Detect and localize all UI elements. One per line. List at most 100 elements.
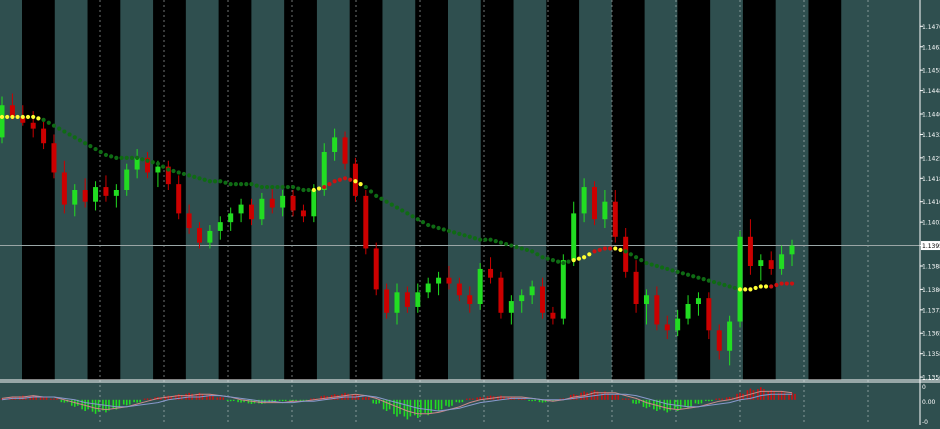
- ma-dot: [363, 184, 368, 190]
- ma-dot: [654, 263, 659, 269]
- ma-dot: [264, 184, 270, 190]
- bear-candle: [456, 283, 462, 296]
- ma-dot: [550, 258, 556, 263]
- ma-dot: [753, 285, 758, 291]
- price-tick-label: 1.1410: [922, 199, 940, 206]
- bear-candle: [446, 277, 452, 284]
- ma-dot: [259, 184, 264, 190]
- ma-dot: [342, 176, 348, 181]
- ma-dot: [187, 173, 192, 178]
- background-band: [480, 0, 514, 380]
- ma-dot: [67, 132, 72, 137]
- ma-dot: [488, 237, 493, 242]
- ma-dot: [114, 155, 119, 160]
- ma-dot: [524, 247, 530, 253]
- ma-dot: [732, 285, 737, 291]
- ma-dot: [296, 186, 301, 191]
- ma-dot: [498, 240, 504, 245]
- ma-dot: [25, 114, 31, 120]
- price-tick-label: 1.1373: [922, 307, 940, 314]
- ma-dot: [639, 258, 644, 263]
- price-tick-label: 1.1470: [922, 24, 940, 31]
- background-band: [22, 0, 55, 380]
- osc-tick-label: 0: [922, 384, 926, 391]
- ma-dot: [576, 256, 582, 261]
- ma-dot: [145, 158, 150, 163]
- ma-dot: [270, 184, 275, 190]
- bear-candle: [51, 143, 57, 173]
- price-tick-label: 1.1365: [922, 331, 940, 338]
- bear-candle: [363, 195, 369, 249]
- ma-dot: [83, 141, 88, 146]
- ma-dot: [176, 170, 181, 175]
- ma-dot: [483, 237, 488, 242]
- price-axis: 1.1470 1.1463 1.1455 1.1448 1.1440 1.1433 1.14…: [919, 0, 940, 426]
- bear-candle: [248, 204, 254, 220]
- chart-window: 1.1470 1.1463 1.1455 1.1448 1.1440 1.1433 1.14…: [0, 0, 940, 426]
- ma-dot: [228, 182, 233, 187]
- bear-candle: [342, 137, 348, 164]
- bear-candle: [186, 213, 192, 228]
- bull-candle: [228, 213, 234, 223]
- ma-dot: [436, 225, 441, 231]
- bull-candle: [0, 105, 5, 138]
- ma-dot: [306, 187, 311, 193]
- ma-dot: [379, 196, 384, 201]
- background-band: [611, 0, 645, 380]
- ma-dot: [727, 284, 732, 289]
- ma-dot: [685, 272, 691, 277]
- price-tick-label: 1.1350: [922, 375, 940, 382]
- bull-candle: [758, 260, 764, 266]
- bear-candle: [488, 268, 494, 278]
- ma-dot: [602, 246, 607, 251]
- bull-candle: [425, 283, 431, 293]
- bear-candle: [30, 122, 36, 129]
- bull-candle: [529, 286, 535, 296]
- osc-tick-label: 0.00: [922, 399, 936, 406]
- ma-dot: [98, 149, 103, 155]
- ma-dot: [88, 144, 93, 149]
- bull-candle: [394, 292, 400, 313]
- ma-dot: [166, 167, 171, 172]
- ma-dot: [353, 179, 358, 184]
- bull-candle: [695, 298, 701, 304]
- ma-dot: [514, 244, 519, 250]
- bull-candle: [519, 295, 525, 302]
- ma-dot: [509, 243, 514, 248]
- bull-candle: [280, 195, 286, 208]
- bull-candle: [415, 292, 421, 307]
- ma-dot: [789, 281, 795, 286]
- ma-dot: [290, 184, 296, 190]
- ma-dot: [62, 129, 67, 134]
- ma-dot: [774, 282, 779, 288]
- background-bands: [22, 0, 842, 380]
- ma-dot: [691, 274, 696, 279]
- bull-candle: [321, 152, 327, 190]
- ma-dot: [57, 126, 62, 131]
- bear-candle: [197, 228, 202, 243]
- ma-dot: [613, 246, 618, 251]
- ma-dot: [415, 217, 420, 222]
- ma-dot: [171, 168, 176, 174]
- ma-dot: [446, 228, 452, 234]
- background-band: [808, 0, 842, 380]
- price-tick-label: 1.1455: [922, 68, 940, 75]
- ma-dot: [784, 281, 789, 286]
- ma-dot: [207, 179, 212, 184]
- bull-candle: [737, 236, 743, 322]
- price-tick-label: 1.1433: [922, 132, 940, 139]
- ma-dot: [633, 255, 639, 260]
- ma-dot: [493, 239, 498, 244]
- ma-dot: [763, 284, 769, 289]
- ma-dot: [722, 282, 727, 288]
- ma-dot: [374, 193, 379, 198]
- bull-candle: [155, 166, 161, 173]
- ma-dot: [93, 146, 98, 152]
- price-chart[interactable]: 1.1470 1.1463 1.1455 1.1448 1.1440 1.1433 1.14…: [0, 0, 940, 426]
- bull-candle: [789, 245, 795, 255]
- ma-dot: [462, 233, 467, 238]
- bear-candle: [290, 195, 296, 211]
- bear-candle: [623, 236, 629, 272]
- ma-dot: [769, 284, 774, 289]
- price-tick-label: 1.1448: [922, 88, 940, 95]
